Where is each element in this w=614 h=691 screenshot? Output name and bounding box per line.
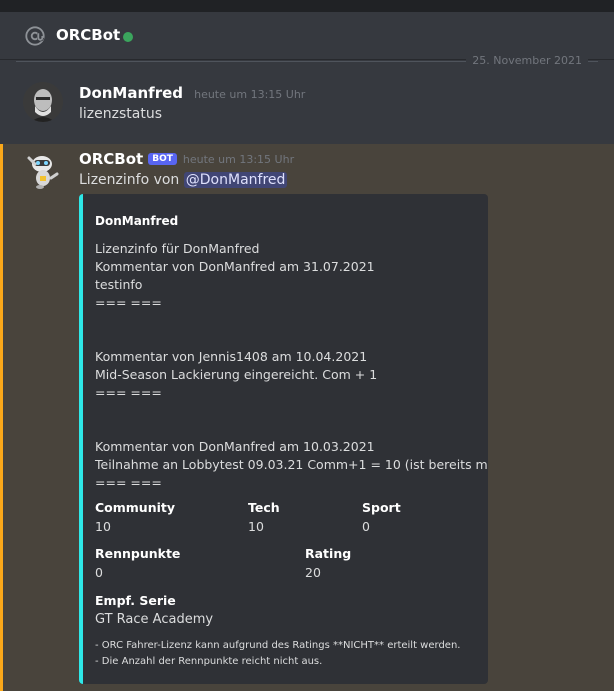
embed-footer-notes: - ORC Fahrer-Lizenz kann aufgrund des Ra… [95,638,460,670]
message-author[interactable]: ORCBot [79,150,143,168]
embed-field-name: Rennpunkte [95,546,181,561]
embed-field: Rennpunkte 0 [95,546,180,580]
message-content: lizenzstatus [79,106,162,122]
embed-accent-bar [79,194,83,684]
embed-description: Lizenzinfo für DonManfred Kommentar von … [95,241,488,490]
embed-field-name: Rating [305,546,352,561]
embed: DonManfred Lizenzinfo für DonManfred Kom… [79,194,488,684]
embed-field: Rating 20 [305,546,351,580]
date-divider: 25. November 2021 [0,54,614,74]
channel-header: ORCBot [0,12,614,60]
top-strip [0,0,614,12]
bot-avatar[interactable] [23,150,63,190]
embed-footer-line: - Die Anzahl der Rennpunkte reicht nicht… [95,656,323,667]
embed-field-value: 20 [305,565,321,580]
embed-field: Empf. Serie GT Race Academy [95,593,213,627]
message-timestamp: heute um 13:15 Uhr [182,152,295,166]
embed-field-value: 0 [362,519,370,534]
embed-field-value: 10 [248,519,264,534]
embed-field-value: 0 [95,565,103,580]
user-mention[interactable]: @DonManfred [183,172,288,188]
embed-field-name: Tech [248,500,280,515]
bot-badge: BOT [148,153,177,165]
embed-footer-line: - ORC Fahrer-Lizenz kann aufgrund des Ra… [95,640,461,651]
date-divider-label: 25. November 2021 [466,54,588,67]
message-orcbot: ORCBot BOT heute um 13:15 Uhr Lizenzinfo… [0,144,614,691]
avatar-donmanfred[interactable] [23,82,63,122]
embed-field-value: GT Race Academy [95,612,214,627]
embed-field: Sport 0 [362,500,401,534]
message-author[interactable]: DonManfred [79,84,183,102]
message-donmanfred: DonManfred heute um 13:15 Uhr lizenzstat… [0,74,614,144]
message-text: Lizenzinfo von [79,172,180,188]
user-avatar-icon [23,82,63,122]
message-timestamp: heute um 13:15 Uhr [194,88,306,101]
embed-field-name: Community [95,500,176,515]
embed-field-name: Empf. Serie [95,593,176,608]
embed-author: DonManfred [95,214,179,228]
embed-field-name: Sport [362,500,401,515]
embed-field-value: 10 [95,519,111,534]
message-content: Lizenzinfo von @DonManfred [79,172,288,188]
channel-title[interactable]: ORCBot [56,26,120,44]
mention-highlight-bar [0,144,3,691]
embed-field: Community 10 [95,500,175,534]
embed-field: Tech 10 [248,500,280,534]
online-status-dot [123,32,133,42]
at-sign-icon [25,26,45,46]
